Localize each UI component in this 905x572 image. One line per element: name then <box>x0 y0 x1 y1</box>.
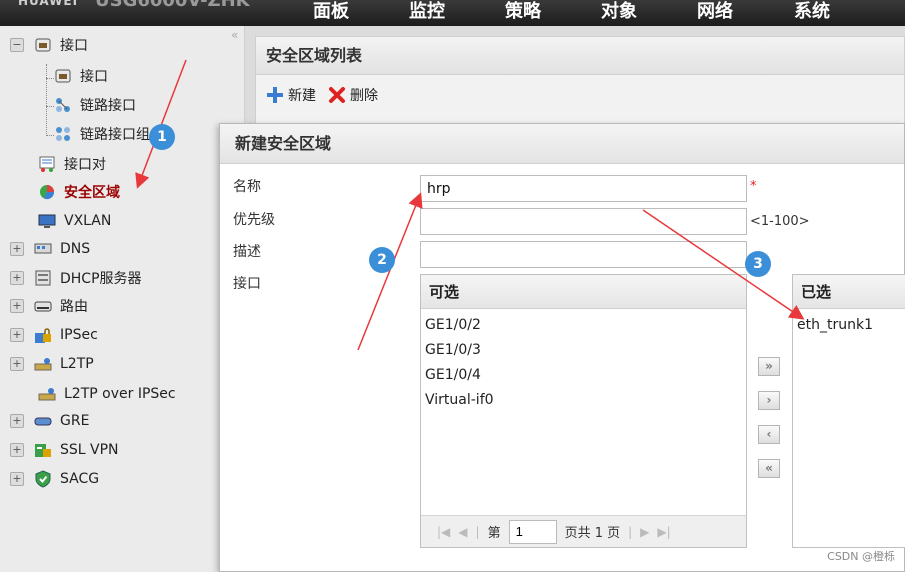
annotation-arrows <box>135 59 805 351</box>
annotation-arrow-1 <box>135 59 187 189</box>
annotation-arrow-2 <box>357 192 423 351</box>
callout-3: 3 <box>745 251 771 277</box>
watermark: CSDN @橙栎 <box>827 550 895 563</box>
callout-1: 1 <box>149 124 175 150</box>
annotation-arrow-3 <box>642 209 805 320</box>
callout-2: 2 <box>369 247 395 273</box>
